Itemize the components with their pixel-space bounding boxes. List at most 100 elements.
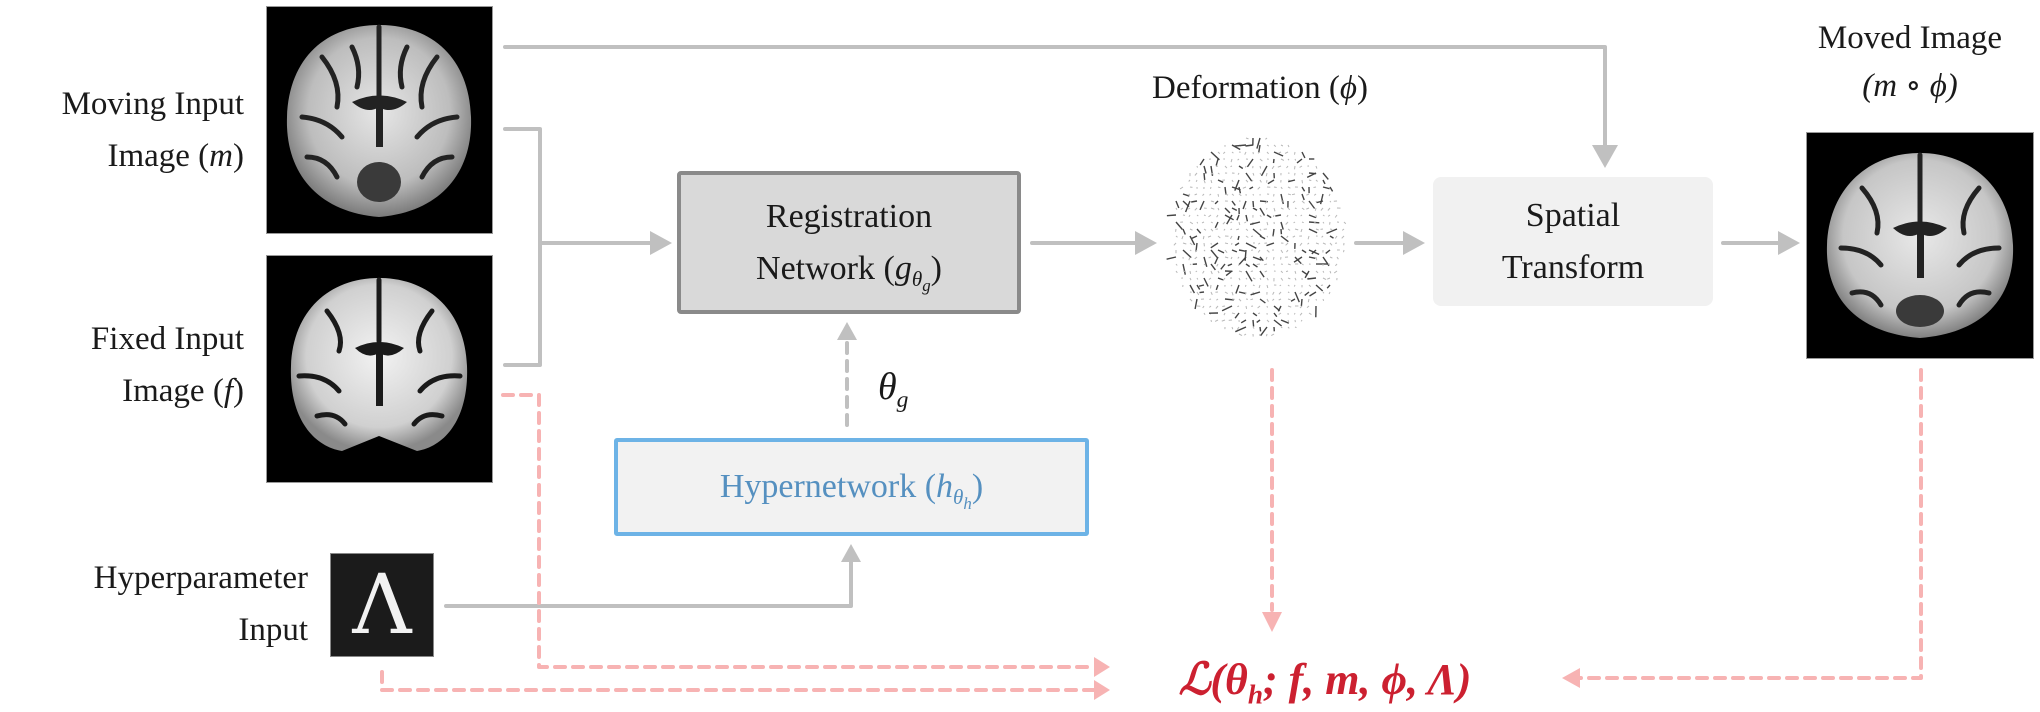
deformation-vector	[1252, 284, 1255, 287]
theta-symbol: θ	[1224, 655, 1248, 704]
edge-moved-to-loss	[1578, 368, 1923, 680]
deformation-vector	[1210, 228, 1214, 232]
deformation-vector	[1266, 144, 1270, 147]
deformation-vector	[1175, 263, 1178, 266]
deformation-vector	[1181, 235, 1184, 240]
hypernetwork-node[interactable]: Hypernetwork (hθh)	[614, 438, 1089, 536]
deformation-vector	[1175, 200, 1180, 209]
deformation-vector	[1210, 200, 1215, 203]
deformation-vector	[1175, 270, 1178, 274]
deformation-vector	[1307, 235, 1310, 240]
deformation-vector	[1273, 151, 1284, 157]
hypernetwork-text: Hypernetwork (hθh)	[720, 461, 983, 513]
deformation-vector	[1326, 284, 1331, 289]
deformation-vector	[1266, 319, 1270, 323]
deformation-vector	[1166, 214, 1177, 217]
arrowhead-icon	[1592, 145, 1618, 168]
label-text: )	[930, 249, 942, 287]
deformation-vector	[1237, 235, 1240, 241]
deformation-vector	[1334, 214, 1338, 218]
deformation-vector	[1280, 277, 1284, 281]
deformation-vector	[1315, 179, 1318, 182]
deformation-vector	[1217, 270, 1220, 274]
deformation-vector	[1272, 298, 1275, 301]
deformation-vector	[1291, 193, 1296, 196]
deformation-vector	[1299, 165, 1303, 168]
deformation-vector	[1259, 298, 1266, 304]
deformation-vector	[1210, 151, 1220, 161]
deformation-vector	[1210, 263, 1216, 271]
registration-line2: Network (gθg)	[756, 243, 942, 295]
deformation-vector	[1214, 221, 1219, 229]
deformation-vector	[1285, 221, 1289, 225]
deformation-vector	[1329, 235, 1334, 239]
deformation-vector	[1265, 137, 1268, 140]
deformation-vector	[1242, 186, 1247, 189]
deformation-vector	[1210, 291, 1213, 296]
spatial-transform-node[interactable]: Spatial Transform	[1433, 177, 1713, 306]
deformation-vector	[1299, 312, 1303, 316]
deformation-vector	[1230, 284, 1233, 287]
moving-input-label-line1: Moving Input	[61, 86, 244, 122]
edge-hyperparameter-to-hypernetwork	[444, 556, 853, 608]
deformation-vector	[1231, 200, 1236, 206]
deformation-vector	[1182, 242, 1187, 245]
deformation-vector	[1234, 312, 1240, 319]
label-text: Hypernetwork (	[719, 468, 937, 505]
deformation-vector	[1280, 326, 1283, 329]
deformation-vector	[1208, 214, 1212, 218]
deformation-vector	[1266, 284, 1269, 289]
deformation-vector	[1194, 298, 1198, 310]
deformation-vector	[1224, 291, 1228, 295]
deformation-vector	[1238, 333, 1243, 337]
deformation-vector	[1217, 151, 1221, 154]
moving-input-label: Moving Input Image (m)	[0, 78, 244, 182]
deformation-vector	[1231, 193, 1235, 196]
deformation-vector	[1333, 270, 1338, 274]
deformation-vector	[1294, 277, 1297, 281]
deformation-vector	[1315, 284, 1324, 292]
deformation-vector	[1259, 172, 1262, 175]
registration-network-node[interactable]: Registration Network (gθg)	[677, 171, 1021, 314]
deformation-vector	[1203, 228, 1207, 231]
hyperparameter-input-label: Hyperparameter Input	[0, 552, 308, 656]
deformation-vector	[1266, 221, 1269, 226]
deformation-vector	[1319, 193, 1324, 205]
lambda-symbol: Λ	[352, 557, 412, 653]
deformation-vector	[1322, 291, 1325, 294]
arrowhead-icon	[650, 231, 672, 255]
theta-symbol: θ	[878, 366, 897, 408]
deformation-vector	[1315, 270, 1319, 274]
deformation-vector	[1293, 284, 1296, 287]
deformation-vector	[1195, 179, 1198, 183]
loss-symbol: ℒ(	[1178, 655, 1225, 704]
deformation-vector	[1294, 228, 1299, 231]
theta-symbol: θ	[911, 266, 923, 291]
deformation-vector	[1179, 186, 1184, 190]
deformation-vector	[1245, 270, 1253, 282]
deformation-vector	[1217, 235, 1221, 239]
deformation-vector	[1245, 263, 1251, 268]
deformation-vector	[1173, 242, 1177, 246]
moving-input-label-line2: Image (m)	[0, 130, 244, 182]
deformation-vector	[1287, 263, 1291, 266]
deformation-vector	[1280, 158, 1285, 161]
fixed-input-label-line2: Image (f)	[0, 365, 244, 417]
deformation-vector	[1301, 179, 1303, 184]
deformation-vector	[1307, 242, 1310, 245]
deformation-vector	[1301, 193, 1305, 201]
deformation-vector	[1329, 270, 1332, 274]
deformation-vector	[1202, 270, 1205, 274]
deformation-vector	[1245, 305, 1248, 310]
deformation-vector	[1222, 277, 1226, 281]
deformation-vector	[1316, 200, 1324, 204]
deformation-vector	[1210, 242, 1219, 249]
deformation-vector	[1209, 305, 1212, 308]
deformation-vector	[1189, 242, 1193, 246]
deformation-vector	[1249, 186, 1254, 190]
spatial-transform-line2: Transform	[1501, 248, 1645, 286]
deformation-vector	[1300, 214, 1303, 217]
deformation-vector	[1224, 193, 1229, 196]
deformation-vector	[1272, 228, 1275, 237]
deformation-vector	[1244, 151, 1247, 155]
